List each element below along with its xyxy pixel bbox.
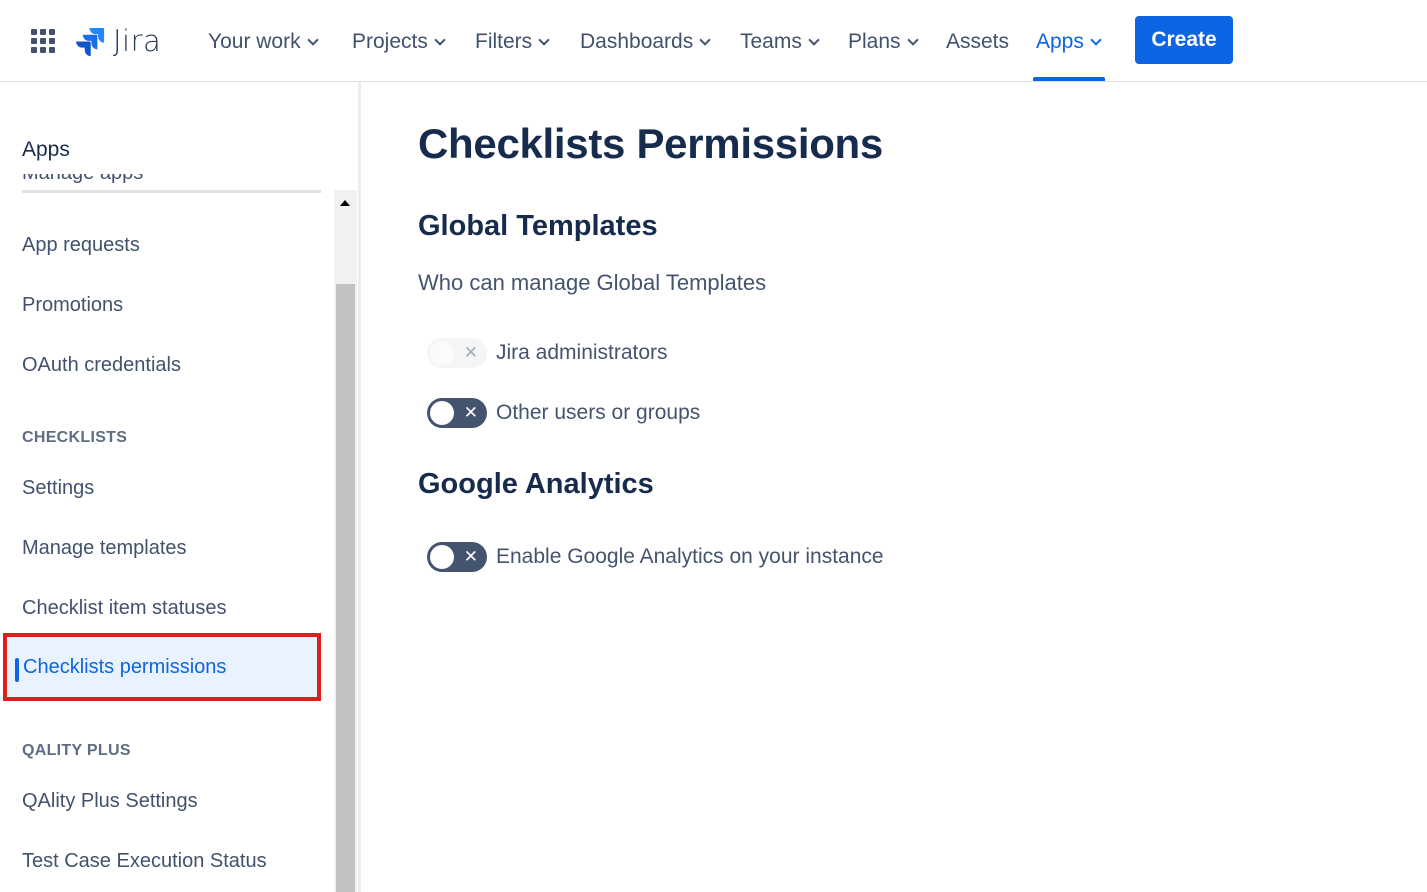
nav-label: Teams: [740, 30, 802, 53]
sidebar-scrollbar-thumb[interactable]: [336, 284, 355, 892]
nav-apps[interactable]: Apps: [1036, 28, 1102, 56]
nav-active-indicator: [1033, 77, 1105, 81]
toggle-row-other-users-groups: ✕ Other users or groups: [427, 398, 700, 428]
sidebar-section-checklists: CHECKLISTS: [22, 429, 128, 446]
scroll-up-arrow-icon[interactable]: [340, 200, 350, 206]
selected-indicator: [15, 658, 19, 682]
nav-label: Filters: [475, 30, 533, 53]
sidebar-title: Apps: [22, 138, 70, 161]
jira-logo[interactable]: Jira: [75, 24, 161, 58]
nav-plans[interactable]: Plans: [848, 28, 919, 56]
google-analytics-toggle[interactable]: ✕: [427, 542, 487, 572]
sidebar-item-qality-plus-settings[interactable]: QAlity Plus Settings: [22, 790, 198, 813]
nav-dashboards[interactable]: Dashboards: [580, 28, 711, 56]
toggle-knob: [430, 401, 454, 425]
chevron-down-icon: [699, 33, 711, 46]
chevron-down-icon: [1090, 33, 1102, 46]
chevron-down-icon: [538, 33, 550, 46]
close-icon: ✕: [463, 547, 478, 567]
sidebar: Apps Manage apps App requests Promotions…: [0, 82, 358, 892]
nav-label: Your work: [208, 30, 301, 53]
sidebar-item-manage-templates[interactable]: Manage templates: [22, 537, 187, 560]
chevron-down-icon: [434, 33, 446, 46]
sidebar-scroll-divider: [22, 190, 321, 193]
nav-filters[interactable]: Filters: [475, 28, 550, 56]
sidebar-item-label: Manage apps: [22, 174, 143, 185]
toggle-label: Other users or groups: [496, 401, 701, 424]
close-icon: ✕: [463, 403, 478, 423]
sidebar-item-promotions[interactable]: Promotions: [22, 294, 123, 317]
chevron-down-icon: [306, 33, 319, 46]
sidebar-section-qality-plus: QALITY PLUS: [22, 742, 131, 759]
nav-label: Dashboards: [580, 30, 694, 53]
page-title: Checklists Permissions: [418, 120, 883, 167]
sidebar-item-checklists-permissions[interactable]: Checklists permissions: [3, 633, 321, 701]
nav-projects[interactable]: Projects: [352, 28, 446, 56]
nav-label: Assets: [946, 30, 1010, 53]
section-google-analytics: Google Analytics: [418, 468, 654, 500]
nav-assets[interactable]: Assets: [946, 28, 1009, 56]
chevron-down-icon: [808, 33, 820, 46]
sidebar-item-label: Checklists permissions: [23, 655, 227, 678]
app-switcher-grid-icon[interactable]: [31, 29, 55, 53]
toggle-label: Jira administrators: [496, 341, 668, 364]
sidebar-item-app-requests[interactable]: App requests: [22, 234, 140, 257]
logo-text: Jira: [113, 24, 162, 58]
sidebar-item-checklist-item-statuses[interactable]: Checklist item statuses: [22, 597, 227, 620]
section-global-templates: Global Templates: [418, 210, 658, 242]
nav-label: Projects: [352, 30, 428, 53]
global-templates-subheading: Who can manage Global Templates: [418, 270, 767, 295]
top-navigation: Jira Your work Projects Filters Dashboar…: [0, 0, 1427, 82]
sidebar-item-oauth-credentials[interactable]: OAuth credentials: [22, 354, 181, 377]
toggle-row-jira-administrators: ✕ Jira administrators: [427, 338, 668, 368]
create-button[interactable]: Create: [1135, 16, 1233, 64]
sidebar-divider: [358, 82, 361, 892]
sidebar-item-settings[interactable]: Settings: [22, 477, 94, 500]
toggle-row-google-analytics: ✕ Enable Google Analytics on your instan…: [427, 542, 884, 572]
chevron-down-icon: [906, 33, 919, 46]
jira-administrators-toggle[interactable]: ✕: [427, 338, 487, 368]
toggle-knob: [430, 545, 454, 569]
nav-teams[interactable]: Teams: [740, 28, 820, 56]
nav-your-work[interactable]: Your work: [208, 28, 319, 56]
sidebar-item-manage-apps[interactable]: Manage apps: [22, 174, 143, 190]
close-icon: ✕: [463, 343, 478, 363]
toggle-label: Enable Google Analytics on your instance: [496, 545, 884, 568]
jira-logo-icon: [76, 28, 105, 56]
sidebar-item-test-case-execution-status[interactable]: Test Case Execution Status: [22, 850, 267, 873]
toggle-knob: [430, 341, 454, 365]
other-users-groups-toggle[interactable]: ✕: [427, 398, 487, 428]
nav-label: Plans: [848, 30, 901, 53]
nav-label: Apps: [1036, 30, 1084, 53]
